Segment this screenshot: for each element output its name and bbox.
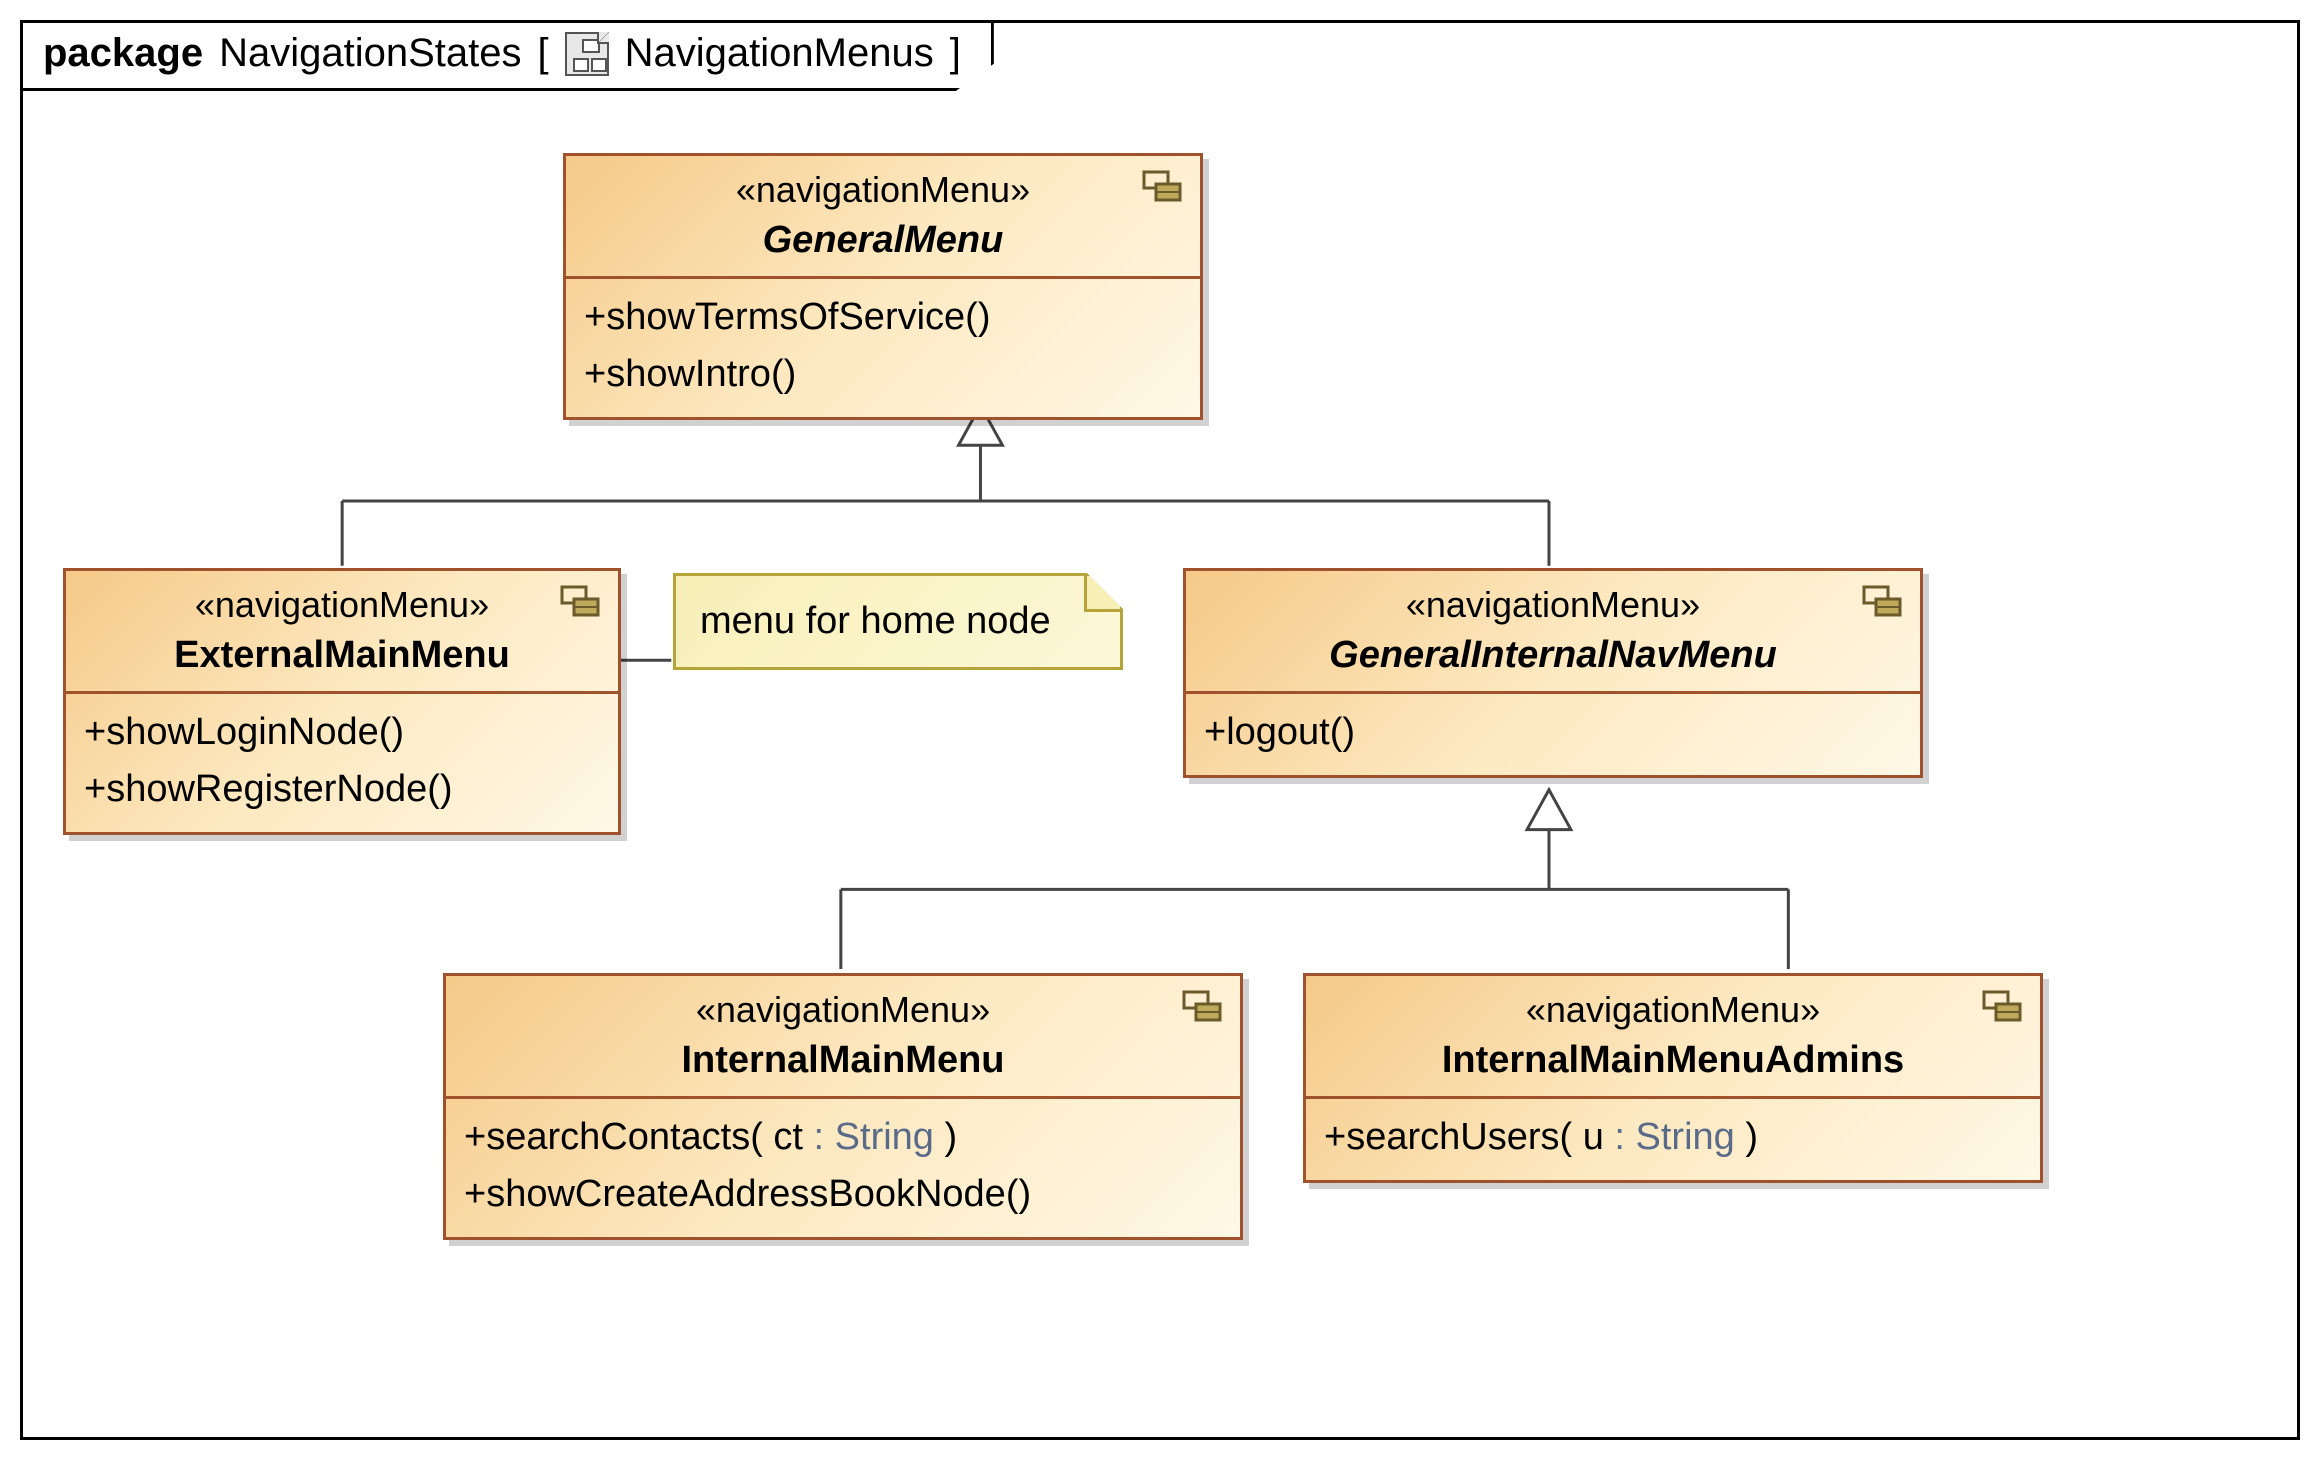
- class-external-main-menu: «navigationMenu» ExternalMainMenu +showL…: [63, 568, 621, 835]
- class-internal-main-menu-admins: «navigationMenu» InternalMainMenuAdmins …: [1303, 973, 2043, 1183]
- stereotype-label: «navigationMenu»: [582, 166, 1184, 215]
- op-post: ): [1735, 1116, 1758, 1158]
- op-type: : String: [814, 1116, 934, 1158]
- op-type: : String: [1614, 1116, 1734, 1158]
- class-operations: +searchUsers( u : String ): [1306, 1099, 2040, 1180]
- op-pre: +showCreateAddressBookNode(): [464, 1173, 1031, 1215]
- generalization-arrowhead-ginternal: [1527, 790, 1571, 830]
- op-post: ): [934, 1116, 957, 1158]
- op-pre: +searchUsers( u: [1324, 1116, 1614, 1158]
- operation: +showTermsOfService(): [584, 289, 1182, 346]
- class-general-menu: «navigationMenu» GeneralMenu +showTermsO…: [563, 153, 1203, 420]
- class-icon: [1182, 986, 1228, 1026]
- stereotype-label: «navigationMenu»: [462, 986, 1224, 1035]
- stereotype-label: «navigationMenu»: [82, 581, 602, 630]
- class-general-internal-nav-menu: «navigationMenu» GeneralInternalNavMenu …: [1183, 568, 1923, 778]
- class-name: GeneralInternalNavMenu: [1202, 630, 1904, 681]
- note-text: menu for home node: [700, 600, 1051, 642]
- class-header: «navigationMenu» GeneralMenu: [566, 156, 1200, 279]
- class-operations: +showTermsOfService() +showIntro(): [566, 279, 1200, 417]
- operation: +showCreateAddressBookNode(): [464, 1166, 1222, 1223]
- class-header: «navigationMenu» GeneralInternalNavMenu: [1186, 571, 1920, 694]
- operation: +logout(): [1204, 704, 1902, 761]
- operation: +searchUsers( u : String ): [1324, 1109, 2022, 1166]
- class-name: InternalMainMenu: [462, 1035, 1224, 1086]
- class-operations: +showLoginNode() +showRegisterNode(): [66, 694, 618, 832]
- package-frame: package NavigationStates [ NavigationMen…: [20, 20, 2300, 1440]
- class-header: «navigationMenu» ExternalMainMenu: [66, 571, 618, 694]
- operation: +showIntro(): [584, 346, 1182, 403]
- class-header: «navigationMenu» InternalMainMenu: [446, 976, 1240, 1099]
- note-home-node: menu for home node: [673, 573, 1123, 670]
- note-fold-icon: [1084, 576, 1120, 612]
- class-header: «navigationMenu» InternalMainMenuAdmins: [1306, 976, 2040, 1099]
- class-icon: [560, 581, 606, 621]
- class-name: GeneralMenu: [582, 215, 1184, 266]
- operation: +showRegisterNode(): [84, 761, 600, 818]
- class-internal-main-menu: «navigationMenu» InternalMainMenu +searc…: [443, 973, 1243, 1240]
- class-icon: [1862, 581, 1908, 621]
- class-name: ExternalMainMenu: [82, 630, 602, 681]
- operation: +searchContacts( ct : String ): [464, 1109, 1222, 1166]
- class-operations: +searchContacts( ct : String ) +showCrea…: [446, 1099, 1240, 1237]
- class-icon: [1982, 986, 2028, 1026]
- class-name: InternalMainMenuAdmins: [1322, 1035, 2024, 1086]
- diagram-canvas: «navigationMenu» GeneralMenu +showTermsO…: [23, 23, 2297, 1437]
- stereotype-label: «navigationMenu»: [1322, 986, 2024, 1035]
- stereotype-label: «navigationMenu»: [1202, 581, 1904, 630]
- class-icon: [1142, 166, 1188, 206]
- op-pre: +searchContacts( ct: [464, 1116, 814, 1158]
- operation: +showLoginNode(): [84, 704, 600, 761]
- class-operations: +logout(): [1186, 694, 1920, 775]
